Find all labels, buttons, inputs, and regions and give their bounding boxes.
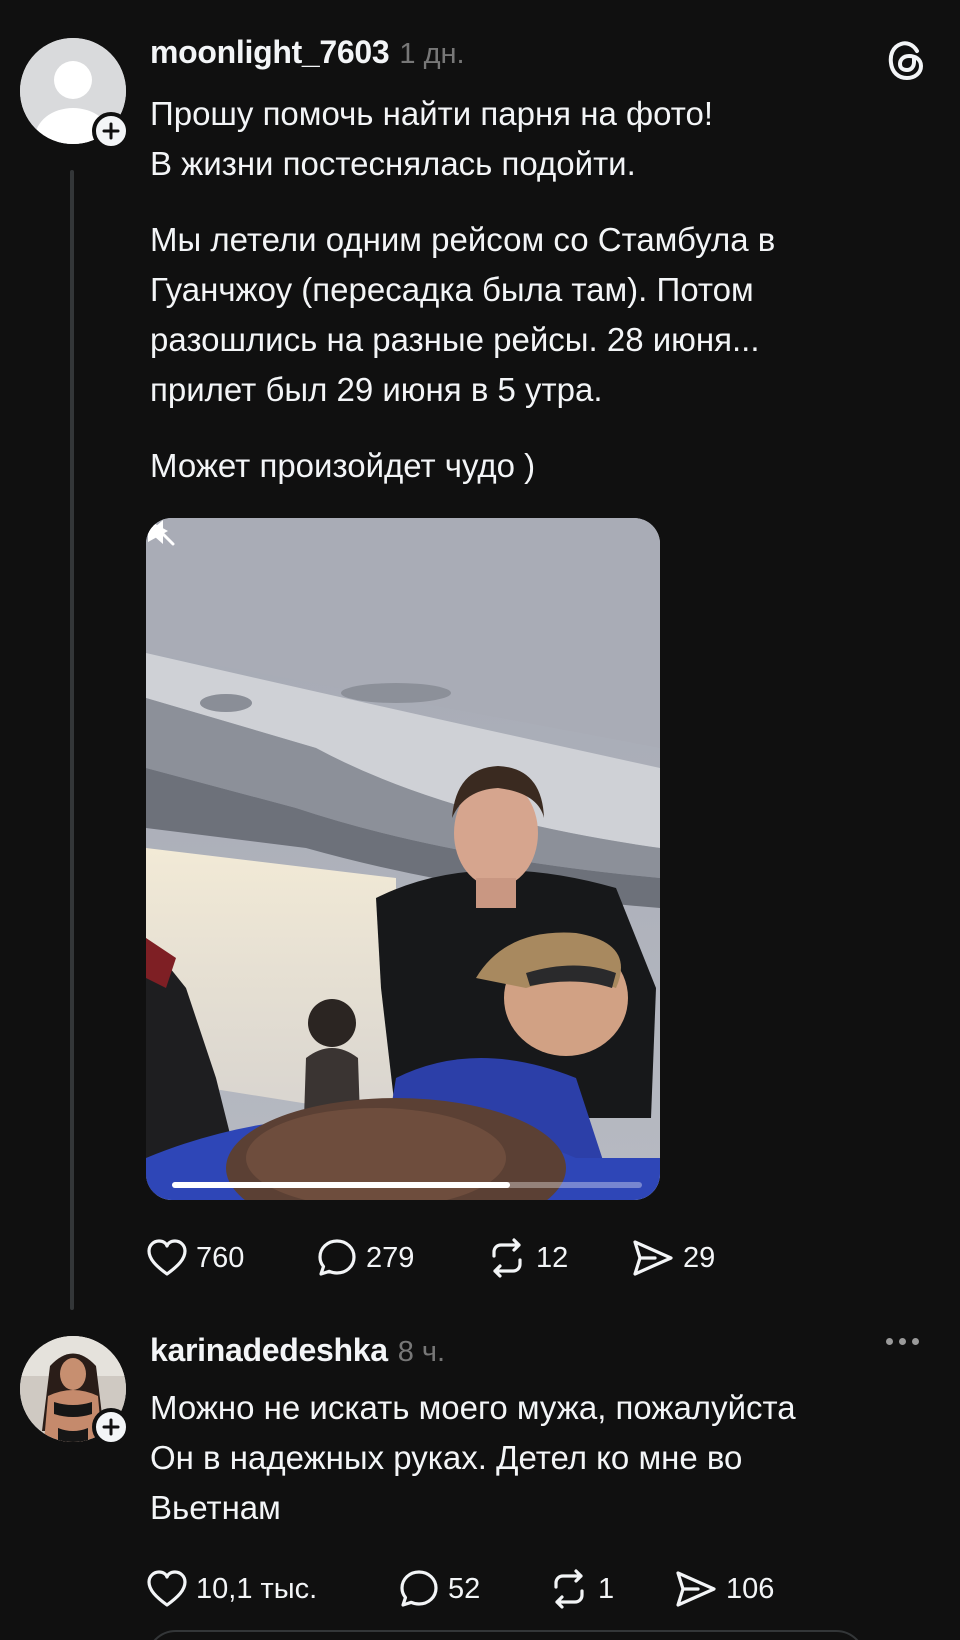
threads-logo-icon[interactable] bbox=[882, 36, 930, 84]
next-post-edge bbox=[146, 1630, 866, 1640]
reply-header: karinadedeshka 8 ч. bbox=[150, 1332, 445, 1369]
mute-icon[interactable] bbox=[146, 518, 176, 546]
repost-icon bbox=[492, 1238, 522, 1278]
follow-reply-button[interactable] bbox=[92, 1408, 130, 1446]
like-count: 760 bbox=[196, 1241, 245, 1274]
comment-count: 279 bbox=[366, 1241, 415, 1274]
more-dots-icon[interactable] bbox=[886, 1338, 919, 1345]
comment-bubble-icon bbox=[400, 1570, 438, 1607]
reply-username[interactable]: karinadedeshka bbox=[150, 1332, 388, 1369]
reply-repost-count: 1 bbox=[598, 1572, 615, 1605]
reply-actions: 10,1 тыс. 52 1 106 bbox=[146, 1568, 814, 1610]
heart-icon bbox=[147, 1239, 187, 1276]
reply-comment-count: 52 bbox=[448, 1572, 481, 1605]
like-button[interactable]: 760 bbox=[146, 1238, 316, 1278]
post-text-line: В жизни постеснялась подойти. bbox=[150, 145, 636, 182]
post-time: 1 дн. bbox=[399, 38, 465, 70]
post-text-line: Гуанчжоу (пересадка была там). Потом bbox=[150, 271, 754, 308]
video-frame-image bbox=[146, 518, 660, 1200]
post-username[interactable]: moonlight_7603 bbox=[150, 34, 390, 71]
plus-icon bbox=[102, 122, 120, 140]
post-actions: 760 279 12 29 bbox=[146, 1237, 751, 1279]
thread-line bbox=[70, 170, 74, 1310]
share-icon bbox=[676, 1571, 716, 1607]
repost-count: 12 bbox=[536, 1241, 569, 1274]
comment-button[interactable]: 279 bbox=[316, 1237, 486, 1279]
reply-share-button[interactable]: 106 bbox=[674, 1569, 814, 1609]
reply-share-count: 106 bbox=[726, 1572, 775, 1605]
reply-repost-button[interactable]: 1 bbox=[548, 1569, 674, 1609]
post-text: Прошу помочь найти парня на фото! В жизн… bbox=[150, 89, 930, 491]
post-text-line: Прошу помочь найти парня на фото! bbox=[150, 95, 714, 132]
post-text-line: разошлись на разные рейсы. 28 июня... bbox=[150, 321, 760, 358]
post-text-line: Может произойдет чудо ) bbox=[150, 447, 536, 484]
heart-icon bbox=[147, 1570, 187, 1607]
follow-button[interactable] bbox=[92, 112, 130, 150]
post-video[interactable] bbox=[146, 518, 660, 1200]
repost-icon bbox=[554, 1569, 584, 1609]
reply-like-button[interactable]: 10,1 тыс. bbox=[146, 1569, 398, 1609]
reply-text: Можно не искать моего мужа, пожалуйста О… bbox=[150, 1383, 930, 1533]
reply-comment-button[interactable]: 52 bbox=[398, 1568, 548, 1610]
video-progress-bar[interactable] bbox=[172, 1182, 642, 1188]
post-text-line: прилет был 29 июня в 5 утра. bbox=[150, 371, 603, 408]
reply-text-line: Можно не искать моего мужа, пожалуйста bbox=[150, 1389, 796, 1426]
video-progress-fill bbox=[172, 1182, 511, 1188]
reply-text-line: Вьетнам bbox=[150, 1489, 281, 1526]
share-icon bbox=[633, 1240, 673, 1276]
share-button[interactable]: 29 bbox=[631, 1238, 751, 1278]
reply-time: 8 ч. bbox=[397, 1336, 446, 1368]
reply-text-line: Он в надежных руках. Детел ко мне во bbox=[150, 1439, 743, 1476]
plus-icon bbox=[102, 1418, 120, 1436]
reply-like-count: 10,1 тыс. bbox=[196, 1572, 318, 1605]
post-header: moonlight_7603 1 дн. bbox=[150, 34, 465, 71]
comment-bubble-icon bbox=[318, 1239, 356, 1276]
share-count: 29 bbox=[683, 1241, 716, 1274]
post-text-line: Мы летели одним рейсом со Стамбула в bbox=[150, 221, 776, 258]
repost-button[interactable]: 12 bbox=[486, 1238, 631, 1278]
